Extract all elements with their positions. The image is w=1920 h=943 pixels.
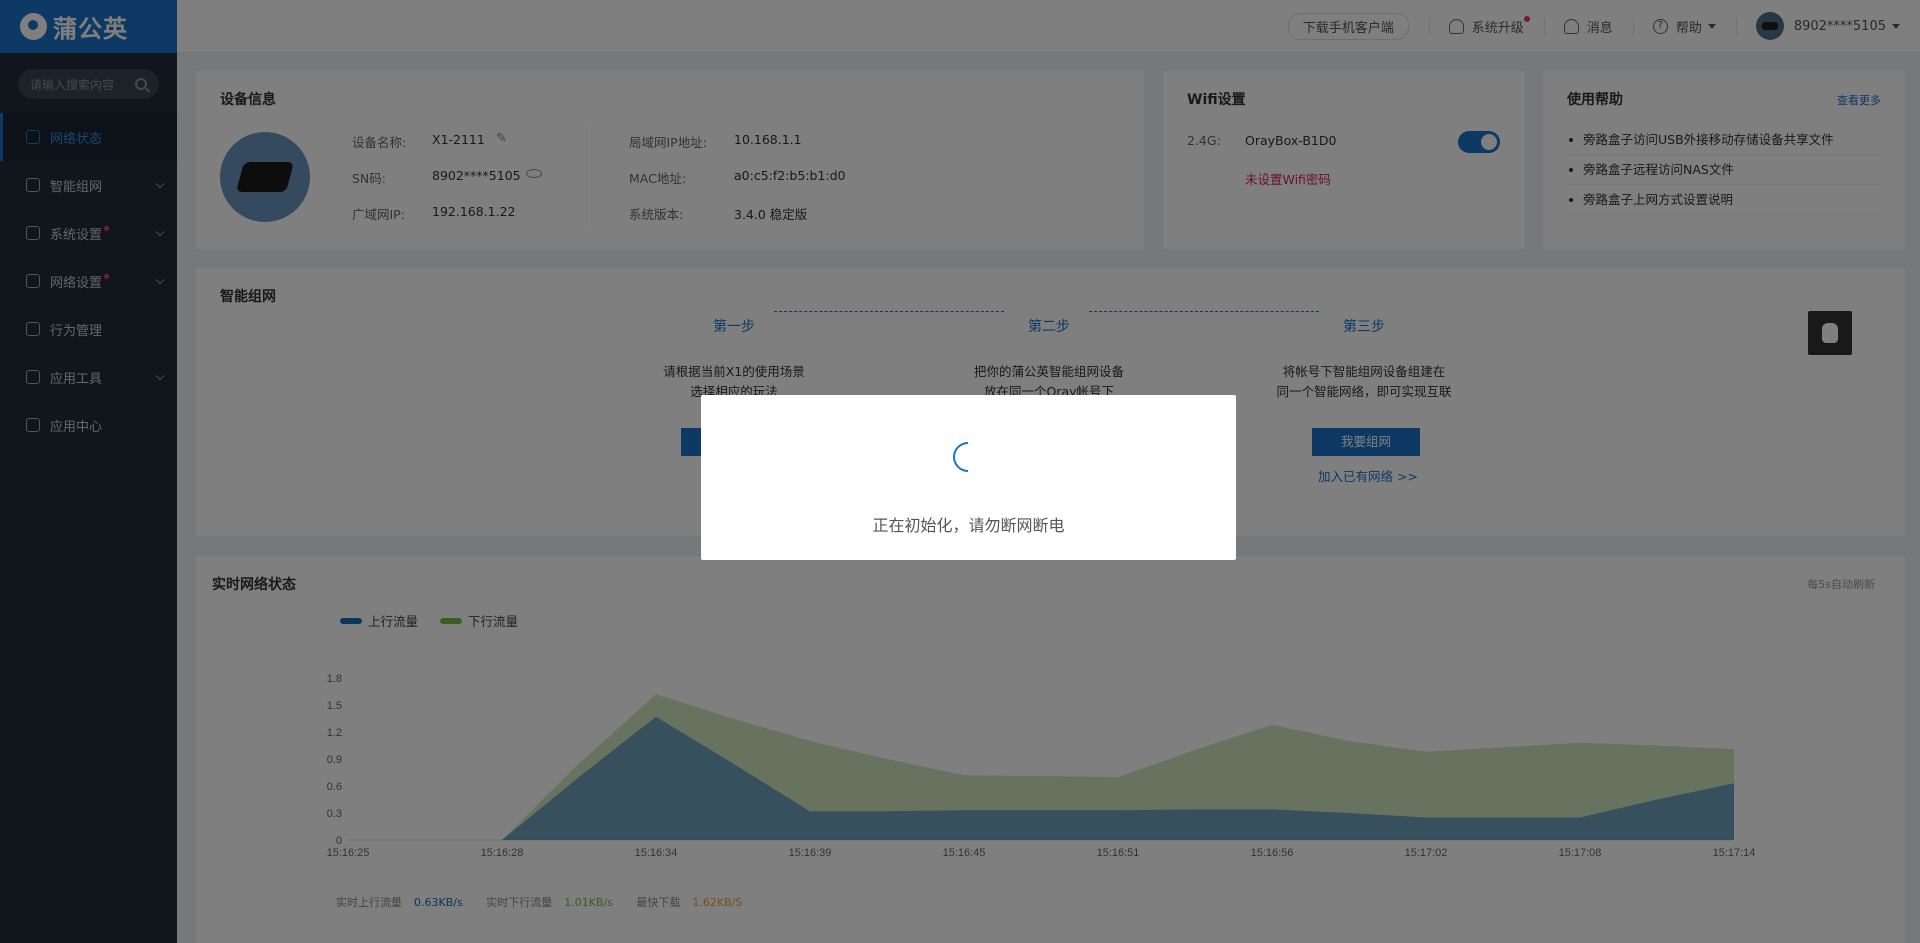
loading-message: 正在初始化，请勿断网断电 [872,516,1065,535]
loading-spinner-icon [946,435,990,479]
loading-modal: 正在初始化，请勿断网断电 [701,395,1236,560]
